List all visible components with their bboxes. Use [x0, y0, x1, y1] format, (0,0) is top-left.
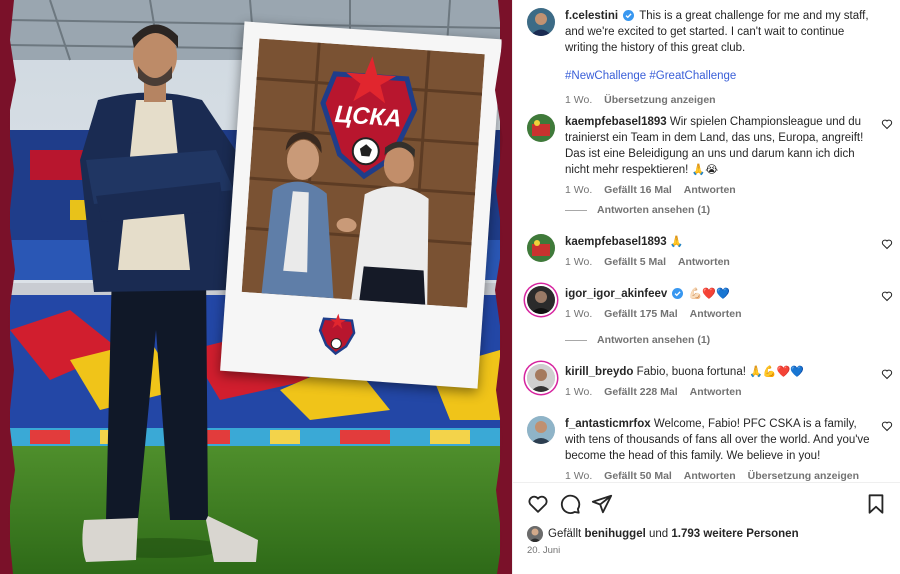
liked-mid: und — [649, 528, 669, 540]
comment-item: kaempfebasel1893 🙏 1 Wo. Gefällt 5 Mal A… — [527, 234, 899, 270]
torn-paper-border — [0, 0, 512, 574]
heart-icon[interactable] — [881, 290, 893, 302]
comment-emoji: 🙏💪❤️💙 — [749, 366, 804, 378]
reply-button[interactable]: Antworten — [684, 184, 736, 196]
heart-icon[interactable] — [881, 238, 893, 250]
comment-text: Fabio, buona fortuna! — [636, 366, 746, 378]
instagram-post: ЦСКА f.celestini This is a great challen… — [0, 0, 900, 574]
avatar[interactable] — [527, 114, 555, 142]
verified-icon — [672, 288, 684, 299]
comment-username[interactable]: igor_igor_akinfeev — [565, 288, 667, 300]
comment-time[interactable]: 1 Wo. — [565, 308, 592, 320]
comment-likes[interactable]: Gefällt 5 Mal — [604, 256, 666, 268]
comment-item: igor_igor_akinfeev 💪🏻❤️💙 1 Wo. Gefällt 1… — [527, 286, 899, 322]
view-replies[interactable]: Antworten ansehen (1) — [565, 204, 710, 216]
reply-button[interactable]: Antworten — [690, 386, 742, 398]
verified-icon — [623, 10, 635, 21]
liked-by[interactable]: Gefällt benihuggel und 1.793 weitere Per… — [527, 526, 799, 542]
post-date[interactable]: 20. Juni — [527, 545, 560, 556]
bookmark-icon[interactable] — [865, 493, 887, 515]
comment-username[interactable]: kaempfebasel1893 — [565, 116, 667, 128]
post-caption: f.celestini This is a great challenge fo… — [527, 8, 899, 108]
reply-button[interactable]: Antworten — [690, 308, 742, 320]
comment-likes[interactable]: Gefällt 228 Mal — [604, 386, 678, 398]
avatar[interactable] — [527, 416, 555, 444]
share-icon[interactable] — [591, 493, 613, 515]
post-time[interactable]: 1 Wo. — [565, 94, 592, 106]
liked-user[interactable]: benihuggel — [584, 528, 645, 540]
avatar[interactable] — [527, 286, 555, 314]
comment-username[interactable]: kaempfebasel1893 — [565, 236, 667, 248]
comment-likes[interactable]: Gefällt 16 Mal — [604, 184, 672, 196]
action-bar: Gefällt benihuggel und 1.793 weitere Per… — [513, 482, 900, 574]
translate-link[interactable]: Übersetzung anzeigen — [748, 470, 859, 482]
comments-panel: f.celestini This is a great challenge fo… — [512, 0, 900, 574]
comment-time[interactable]: 1 Wo. — [565, 470, 592, 482]
heart-icon[interactable] — [527, 493, 549, 515]
translate-link[interactable]: Übersetzung anzeigen — [604, 94, 715, 106]
comment-emoji: 🙏😭 — [691, 164, 719, 176]
avatar[interactable] — [527, 8, 555, 36]
comments-list[interactable]: f.celestini This is a great challenge fo… — [513, 0, 900, 482]
comment-item: kirill_breydo Fabio, buona fortuna! 🙏💪❤️… — [527, 364, 899, 400]
reply-button[interactable]: Antworten — [678, 256, 730, 268]
liked-count[interactable]: 1.793 weitere Personen — [671, 528, 798, 540]
comment-username[interactable]: f_antasticmrfox — [565, 418, 651, 430]
divider — [565, 209, 587, 211]
comment-icon[interactable] — [559, 493, 581, 515]
heart-icon[interactable] — [881, 368, 893, 380]
comment-likes[interactable]: Gefällt 50 Mal — [604, 470, 672, 482]
comment-time[interactable]: 1 Wo. — [565, 184, 592, 196]
view-replies-label: Antworten ansehen (1) — [597, 334, 711, 346]
divider — [565, 339, 587, 341]
comment-emoji: 💪🏻❤️💙 — [688, 288, 730, 300]
heart-icon[interactable] — [881, 420, 893, 432]
avatar[interactable] — [527, 364, 555, 392]
comment-emoji: 🙏 — [669, 236, 684, 248]
liked-prefix: Gefällt — [548, 528, 582, 540]
comment-item: f_antasticmrfox Welcome, Fabio! PFC CSKA… — [527, 416, 899, 482]
avatar[interactable] — [527, 234, 555, 262]
view-replies[interactable]: Antworten ansehen (1) — [565, 334, 710, 346]
comment-username[interactable]: kirill_breydo — [565, 366, 633, 378]
comment-likes[interactable]: Gefällt 175 Mal — [604, 308, 678, 320]
liked-by-avatar — [527, 526, 543, 542]
comment-item: kaempfebasel1893 Wir spielen Championsle… — [527, 114, 899, 198]
comment-time[interactable]: 1 Wo. — [565, 256, 592, 268]
heart-icon[interactable] — [881, 118, 893, 130]
username[interactable]: f.celestini — [565, 10, 618, 22]
post-image[interactable]: ЦСКА — [0, 0, 512, 574]
view-replies-label: Antworten ansehen (1) — [597, 204, 711, 216]
reply-button[interactable]: Antworten — [684, 470, 736, 482]
hashtags[interactable]: #NewChallenge #GreatChallenge — [565, 68, 871, 84]
comment-time[interactable]: 1 Wo. — [565, 386, 592, 398]
